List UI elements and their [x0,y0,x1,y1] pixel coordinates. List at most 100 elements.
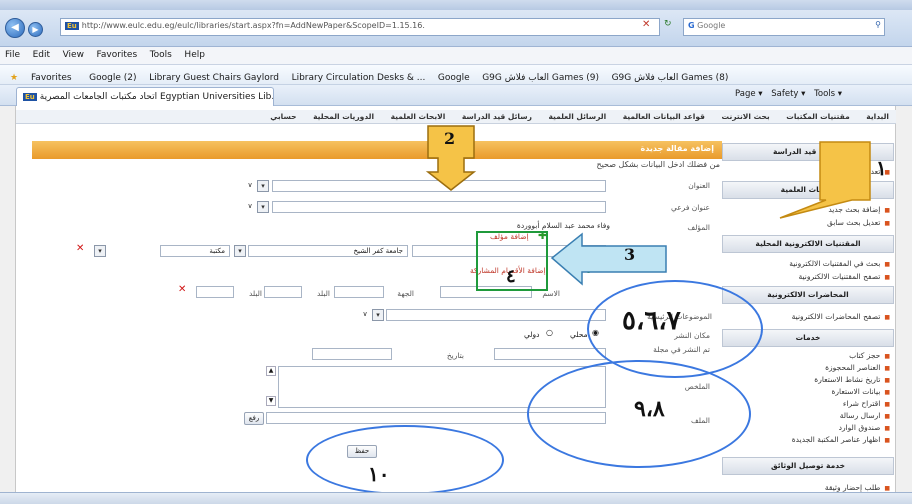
refresh-stop-buttons[interactable]: ↻ [664,19,680,35]
callout-5-7-number: ٥،٦،٧ [622,306,681,336]
remove-author-icon[interactable]: ✕ [76,243,84,254]
nav-theses-in-progress[interactable]: رسائل قيد الدراسة [455,110,539,123]
published-in-input[interactable] [494,348,606,360]
address-input[interactable]: Eu http://www.eulc.edu.eg/eulc/libraries/… [60,18,660,36]
callout-10-number: ١٠ [368,462,390,486]
callout-3-arrow [550,232,667,286]
cmd-page[interactable]: Page ▾ [735,89,763,99]
menu-file[interactable]: File [0,47,25,63]
university-dropdown-icon[interactable]: ▾ [234,245,246,257]
sidebar-section-delivery-title: خدمة توصيل الوثائق [722,457,894,475]
subtitle-input[interactable] [272,201,606,213]
org-city-label: البلد [248,289,262,298]
fav-item-library-chairs[interactable]: Library Guest Chairs Gaylord [144,69,284,84]
sidebar-item-reserve-book[interactable]: حجز كتاب [849,351,890,360]
sidebar-item-purchase-suggestion[interactable]: اقتراح شراء [843,399,890,408]
menu-edit[interactable]: Edit [28,47,55,63]
nav-local-periodicals[interactable]: الدوريات المحلية [306,110,381,123]
subtitle-label: عنوان فرعي [670,203,710,212]
nav-home[interactable]: البداية [859,110,896,123]
sidebar-item-loan-data[interactable]: بيانات الاستعارة [832,387,891,396]
sidebar-item-browse-eholdings[interactable]: تصفح المقتنيات الالكترونية [799,272,890,281]
org-country-label: البلد [316,289,330,298]
sidebar-item-search-eholdings[interactable]: بحث في المقتنيات الالكترونية [789,259,890,268]
fav-item-library-desks[interactable]: Library Circulation Desks & ... [287,69,431,84]
refresh-icon[interactable]: ↻ [664,19,672,29]
pub-local-label: محلي [570,330,588,339]
subjects-chevron-icon[interactable]: ∨ [359,309,371,321]
date-label: بتاريخ [446,351,464,360]
subjects-input[interactable] [386,309,606,321]
sidebar-item-send-message[interactable]: ارسال رسالة [840,411,890,420]
org-country-input[interactable] [264,286,302,298]
org-city-input[interactable] [196,286,234,298]
sidebar-item-new-items[interactable]: اظهار عناصر المكتبة الجديدة [792,435,890,444]
title-lang-button[interactable]: ▾ [257,180,269,192]
university-value: جامعة كفر الشيخ [353,247,403,255]
forward-button[interactable]: ▶ [28,22,43,37]
menu-favorites[interactable]: Favorites [92,47,143,63]
menu-tools[interactable]: Tools [145,47,177,63]
callout-1-bubble [779,141,871,219]
subtitle-lang-button[interactable]: ▾ [257,201,269,213]
title-chevron-icon[interactable]: ∨ [244,180,256,192]
subjects-lang-button[interactable]: ▾ [372,309,384,321]
left-scrollbar[interactable] [0,106,16,492]
cmd-tools[interactable]: Tools ▾ [814,89,842,99]
fav-item-google[interactable]: Google [433,69,475,84]
nav-theses[interactable]: الرسائل العلمية [541,110,613,123]
favorites-button[interactable]: ★ Favorites [0,65,82,84]
sidebar-item-request-document[interactable]: طلب إحضار وثيقة [825,483,890,492]
vertical-scrollbar[interactable] [895,106,912,492]
cmd-safety[interactable]: Safety ▾ [771,89,805,99]
menu-bar: File Edit View Favorites Tools Help [0,47,912,65]
nav-global-databases[interactable]: قواعد البيانات العالمية [616,110,712,123]
org-body-input[interactable] [334,286,384,298]
sidebar-item-reserved-items[interactable]: العناصر المحجوزة [825,363,890,372]
callout-8-9-number: ٩،٨ [634,396,665,422]
sidebar-section-eholdings-title: المقتنيات الالكترونية المحلية [722,235,894,253]
subtitle-chevron-icon[interactable]: ∨ [244,201,256,213]
back-button[interactable]: ◀ [5,18,25,38]
title-label: العنوان [688,181,710,190]
org-body-label: الجهة [397,289,414,298]
callout-4-number: ٤ [506,266,516,287]
search-placeholder: Google [697,21,726,30]
form-instruction: من فضلك ادخل البيانات بشكل صحيح [596,160,720,169]
favorites-bar: ★ Favorites Google (2) Library Guest Cha… [0,65,912,85]
google-search-icon: G [688,21,695,30]
abstract-scroll-up-icon[interactable]: ▲ [266,366,276,376]
browser-tab[interactable]: Eu اتحاد مكتبات الجامعات المصرية Egyptian… [16,87,274,106]
nav-research[interactable]: الابحاث العلمية [384,110,453,123]
sidebar-item-browse-electures[interactable]: تصفح المحاضرات الالكترونية [792,312,890,321]
menu-view[interactable]: View [58,47,89,63]
window-title-strip [0,0,912,10]
fav-item-g9g-9[interactable]: G9G العاب فلاش Games (9) [477,69,604,84]
nav-library-holdings[interactable]: مقتنيات المكتبات [779,110,856,123]
abstract-scroll-down-icon[interactable]: ▼ [266,396,276,406]
fav-item-g9g-8[interactable]: G9G العاب فلاش Games (8) [607,69,734,84]
sidebar-item-loan-history[interactable]: تاريخ نشاط الاستعارة [814,375,890,384]
date-input[interactable] [312,348,392,360]
upload-button[interactable]: رفع [244,412,264,425]
university-select[interactable]: جامعة كفر الشيخ [248,245,408,257]
star-icon: ★ [10,73,19,83]
author-value: وفاء محمد عبد السلام أبووردة [516,221,610,230]
pub-intl-label: دولي [524,330,540,339]
fav-item-google-2[interactable]: Google (2) [84,69,141,84]
menu-help[interactable]: Help [179,47,210,63]
address-text: http://www.eulc.edu.eg/eulc/libraries/st… [81,21,425,30]
nav-my-account[interactable]: حسابي [263,110,303,123]
status-bar [0,492,912,504]
search-input[interactable]: G Google ⚲ [683,18,885,36]
library-select[interactable]: مكتبة [160,245,230,257]
remove-org-icon[interactable]: ✕ [178,284,186,295]
tab-title: اتحاد مكتبات الجامعات المصرية Egyptian U… [39,92,274,102]
pub-intl-radio[interactable]: ○ [546,328,553,337]
sidebar-item-inbox[interactable]: صندوق الوارد [839,423,890,432]
search-icon[interactable]: ⚲ [875,20,881,29]
library-value: مكتبة [209,247,225,255]
nav-internet-search[interactable]: بحث الانترنت [715,110,777,123]
stop-icon[interactable]: ✕ [642,19,656,35]
library-dropdown-icon[interactable]: ▾ [94,245,106,257]
